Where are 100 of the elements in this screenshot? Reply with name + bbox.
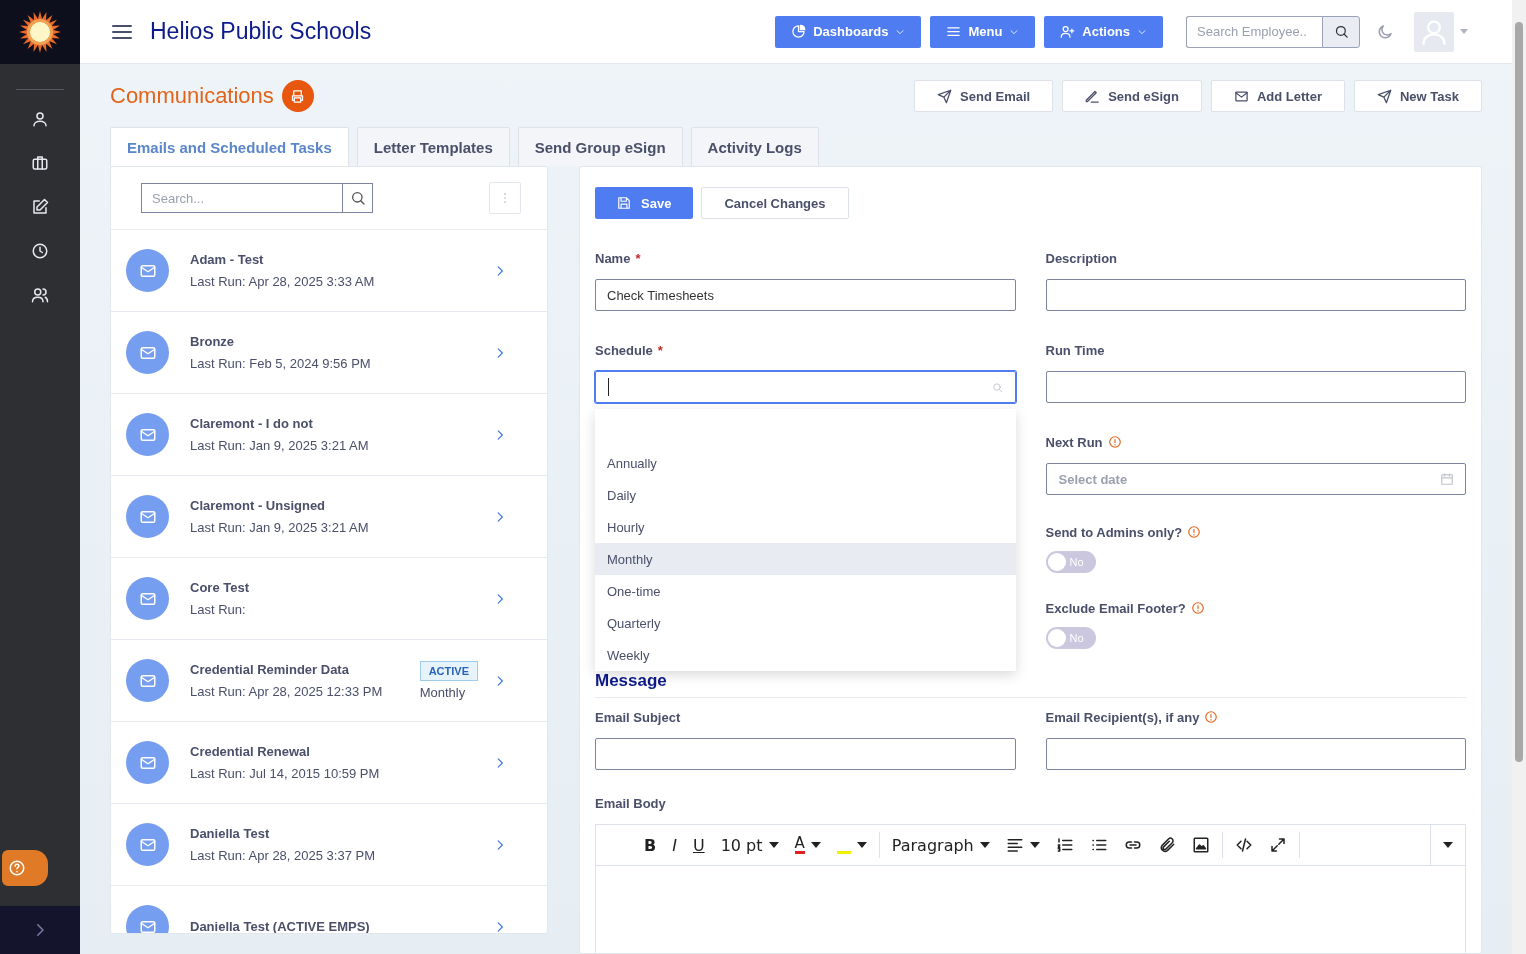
next-run-date-field[interactable]: Select date — [1045, 463, 1466, 495]
field-label: Run Time — [1045, 341, 1106, 359]
paper-plane-icon — [937, 88, 953, 104]
image-icon — [1191, 836, 1210, 854]
text-color-dropdown[interactable]: A — [788, 830, 827, 860]
task-list-item[interactable]: Daniella Test (ACTIVE EMPS) — [111, 886, 547, 933]
task-list-item[interactable]: Credential Reminder Data Last Run: Apr 28, 2025 12:33 PM ACTIVE Monthly — [111, 640, 547, 722]
task-list-item[interactable]: Credential Renewal Last Run: Jul 14, 2015 10:59 PM — [111, 722, 547, 804]
caret-icon — [810, 842, 821, 848]
tab[interactable]: Emails and Scheduled Tasks — [110, 127, 349, 166]
dropdown-option[interactable]: Annually — [595, 447, 1016, 479]
info-icon — [1190, 601, 1205, 615]
sidebar-nav-button[interactable] — [31, 242, 49, 260]
question-circle-icon — [8, 859, 26, 877]
print-button[interactable] — [281, 80, 314, 112]
dropdown-option[interactable]: Daily — [595, 479, 1016, 511]
task-list-item[interactable]: Bronze Last Run: Feb 5, 2024 9:56 PM — [111, 312, 547, 394]
rich-text-editor[interactable]: B I U 10 pt A Paragraph — [595, 824, 1466, 953]
paper-plane-icon — [1377, 88, 1392, 104]
task-title: Bronze — [190, 334, 236, 349]
page-title: Communications — [110, 83, 274, 109]
bold-button[interactable]: B — [638, 830, 663, 860]
dropdown-option[interactable]: Weekly — [595, 639, 1016, 671]
page-action-button[interactable]: Send Email — [914, 80, 1054, 112]
email-subject-input[interactable] — [595, 738, 1016, 770]
paperclip-icon — [1157, 836, 1176, 854]
pie-chart-icon — [791, 24, 807, 39]
block-format-dropdown[interactable]: Paragraph — [885, 830, 996, 860]
last-run-text: Last Run: Apr 28, 2025 12:33 PM — [190, 684, 384, 699]
app-title: Helios Public Schools — [150, 18, 373, 45]
last-run-text: Last Run: Jan 9, 2025 3:21 AM — [190, 438, 370, 453]
dark-mode-button[interactable] — [1376, 22, 1394, 41]
info-icon — [1187, 525, 1202, 539]
status-badge: ACTIVE — [419, 661, 478, 681]
italic-button[interactable]: I — [666, 830, 683, 860]
tab[interactable]: Letter Templates — [356, 127, 510, 166]
expand-icon — [1268, 836, 1287, 854]
last-run-text: Last Run: — [190, 602, 247, 617]
sidebar-nav-button[interactable] — [31, 154, 49, 172]
run-time-input[interactable] — [1045, 371, 1466, 403]
task-list-item[interactable]: Claremont - Unsigned Last Run: Jan 9, 2025 3:21 AM — [111, 476, 547, 558]
caret-icon — [1443, 842, 1453, 848]
underline-button[interactable]: U — [686, 830, 711, 860]
schedule-select[interactable] — [595, 371, 1016, 403]
search-button[interactable] — [342, 183, 373, 213]
task-title: Daniella Test — [190, 826, 271, 841]
help-button[interactable] — [2, 850, 48, 886]
briefcase-icon — [31, 154, 49, 172]
task-list-item[interactable]: Claremont - I do not Last Run: Jan 9, 2025 3:21 AM — [111, 394, 547, 476]
nav-dropdown-button[interactable]: Dashboards — [775, 15, 922, 48]
people-icon — [31, 286, 49, 304]
task-list-item[interactable]: Core Test Last Run: — [111, 558, 547, 640]
info-icon — [1204, 710, 1219, 724]
menu-icon — [946, 24, 962, 39]
email-recipients-input[interactable] — [1045, 738, 1466, 770]
task-title: Adam - Test — [190, 252, 265, 267]
cancel-changes-button[interactable]: Cancel Changes — [701, 187, 849, 219]
task-list-item[interactable]: Daniella Test Last Run: Apr 28, 2025 3:37 PM — [111, 804, 547, 886]
sidebar-nav-button[interactable] — [31, 286, 49, 304]
employee-search-field[interactable]: Search Employee.. — [1186, 15, 1322, 48]
name-input[interactable]: Check Timesheets — [595, 279, 1016, 311]
caret-icon — [1460, 29, 1468, 34]
nav-dropdown-button[interactable]: Actions — [1044, 15, 1163, 48]
page-action-button[interactable]: Add Letter — [1211, 80, 1345, 112]
save-button[interactable]: Save — [595, 187, 694, 219]
field-label: Description — [1045, 249, 1118, 267]
tab[interactable]: Activity Logs — [690, 127, 819, 166]
section-heading: Message — [595, 671, 1466, 698]
field-label: Email Subject — [595, 708, 682, 726]
description-input[interactable] — [1045, 279, 1466, 311]
dropdown-option[interactable]: One-time — [595, 575, 1016, 607]
envelope-icon — [1234, 88, 1249, 104]
person-icon — [1420, 17, 1448, 46]
nav-dropdown-button[interactable]: Menu — [930, 15, 1036, 48]
search-icon — [349, 190, 366, 206]
task-list-item[interactable]: Adam - Test Last Run: Apr 28, 2025 3:33 AM — [111, 230, 547, 312]
sidebar-nav-button[interactable] — [31, 198, 49, 216]
font-size-dropdown[interactable]: 10 pt — [714, 830, 785, 860]
caret-icon — [768, 842, 779, 848]
field-label: Send to Admins only? — [1045, 523, 1466, 541]
caret-icon — [856, 842, 867, 848]
field-label: Exclude Email Footer? — [1045, 599, 1466, 617]
field-label: Email Recipient(s), if any — [1045, 708, 1466, 726]
dropdown-option[interactable]: Monthly — [595, 543, 1016, 575]
page-scrollbar[interactable] — [1512, 0, 1526, 954]
page-action-button[interactable]: New Task — [1354, 80, 1482, 112]
task-search-field[interactable]: Search... — [141, 183, 342, 213]
dropdown-option[interactable]: Quarterly — [595, 607, 1016, 639]
clock-icon — [31, 242, 49, 260]
tab[interactable]: Send Group eSign — [517, 127, 683, 166]
task-title: Claremont - I do not — [190, 416, 314, 431]
task-title: Credential Reminder Data — [190, 662, 350, 677]
dropdown-option[interactable]: Hourly — [595, 511, 1016, 543]
sun-logo — [18, 10, 62, 54]
page-action-button[interactable]: Send eSign — [1062, 80, 1202, 112]
sidebar-nav-button[interactable] — [31, 110, 49, 128]
last-run-text: Last Run: Feb 5, 2024 9:56 PM — [190, 356, 372, 371]
task-title: Credential Renewal — [190, 744, 311, 759]
caret-icon — [1029, 842, 1040, 848]
search-button[interactable] — [1322, 15, 1360, 48]
